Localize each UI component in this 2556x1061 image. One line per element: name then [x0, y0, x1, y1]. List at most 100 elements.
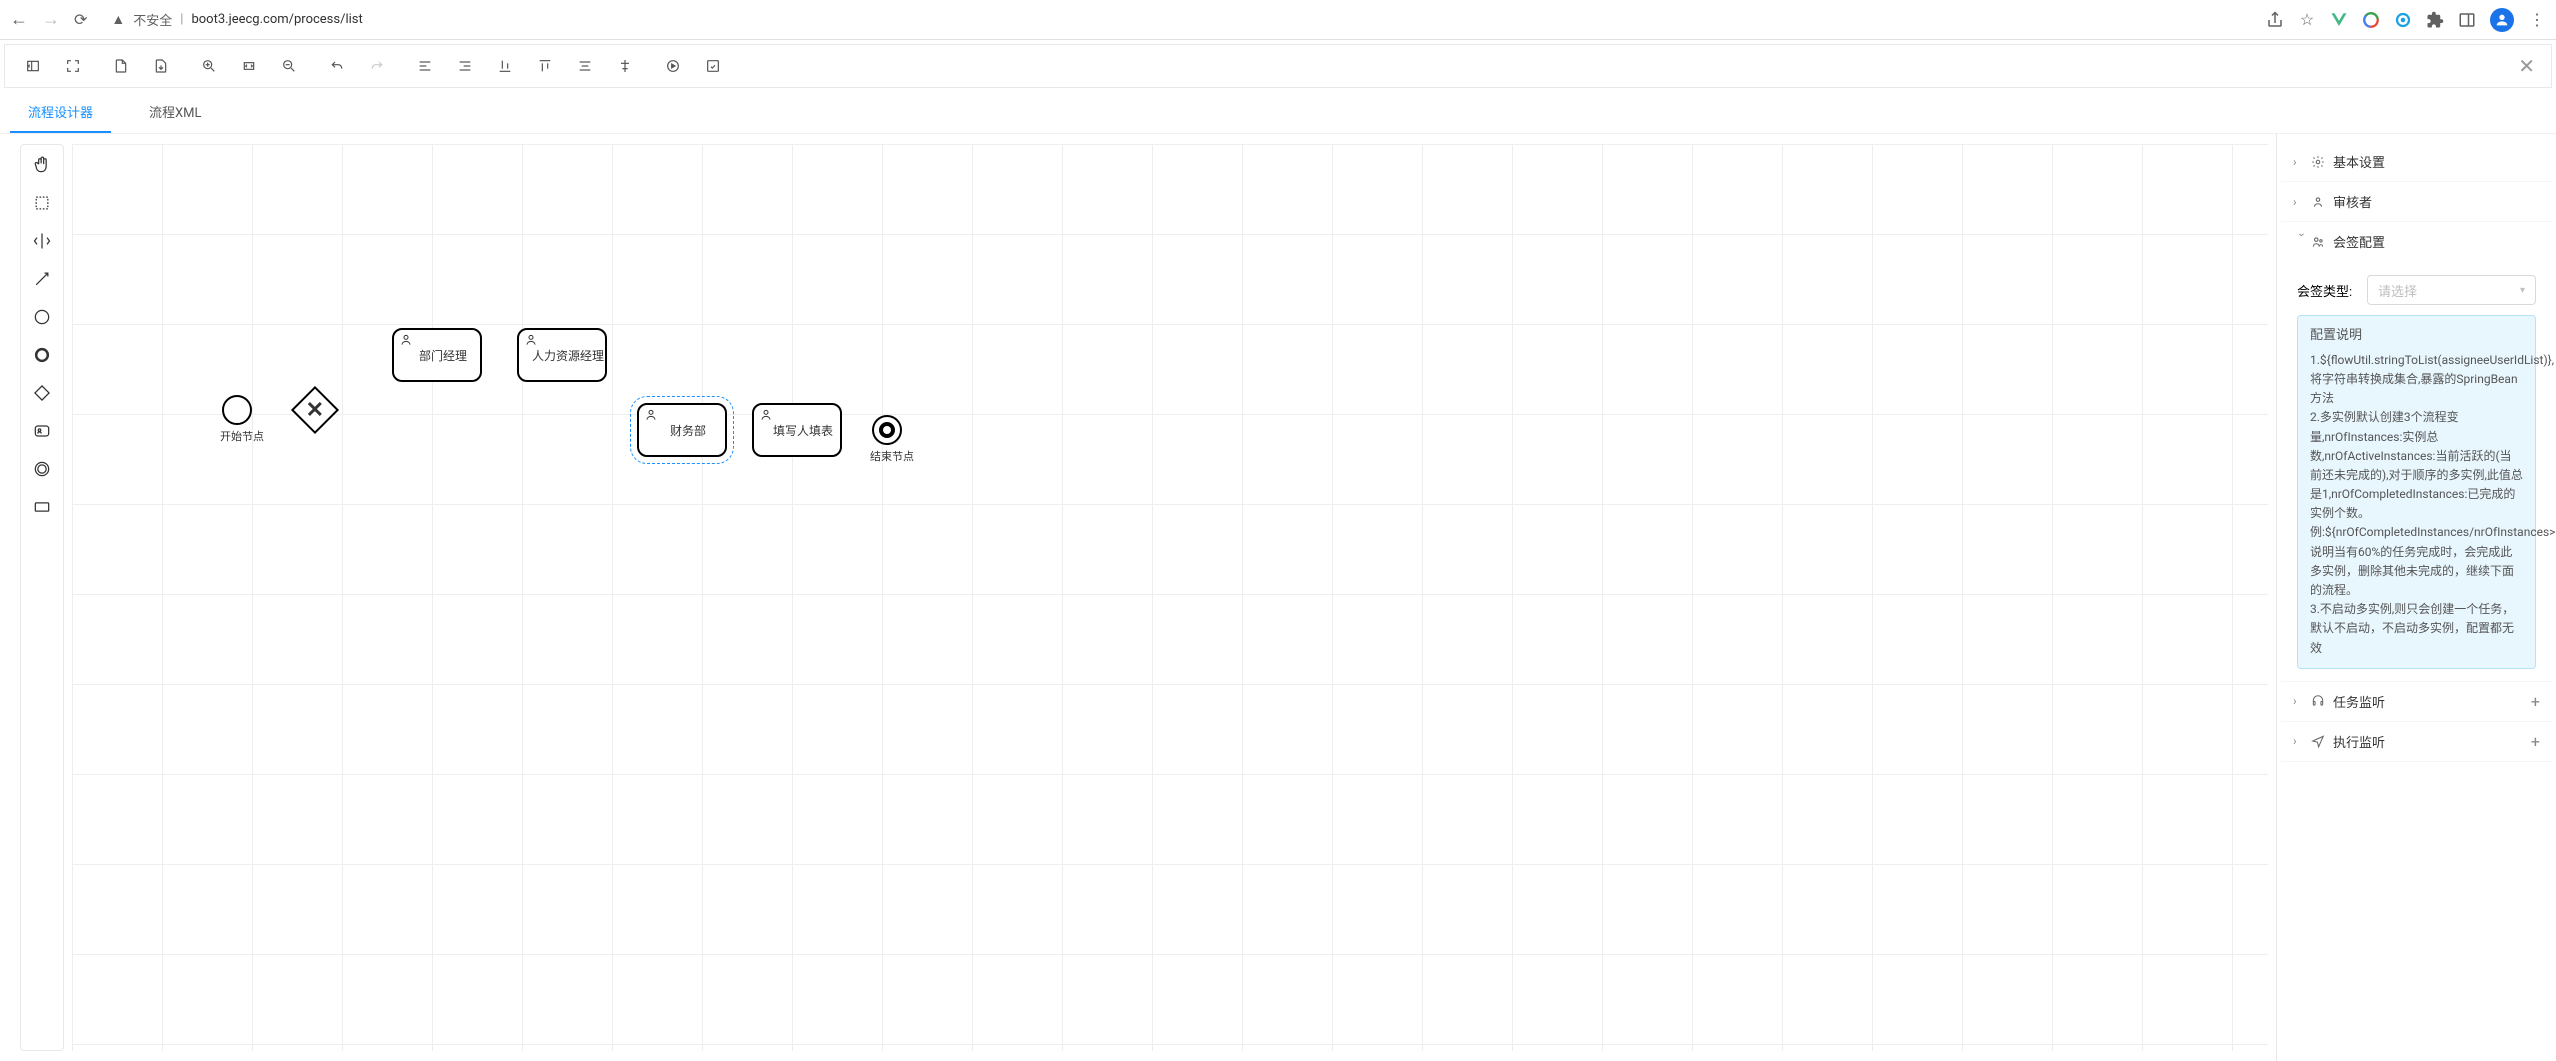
zoom-out-icon[interactable] [270, 52, 308, 80]
chevron-right-icon: › [2293, 195, 2311, 209]
start-event[interactable] [222, 395, 252, 425]
subprocess-icon[interactable] [28, 493, 56, 521]
acc-task-listener[interactable]: › 任务监听 + [2281, 682, 2552, 721]
gateway-exclusive[interactable]: ✕ [291, 386, 339, 434]
google-extension-icon[interactable] [2362, 11, 2380, 29]
chevron-right-icon: › [2293, 155, 2311, 169]
tab-xml[interactable]: 流程XML [131, 92, 220, 133]
task-label: 部门经理 [419, 347, 467, 364]
acc-countersign[interactable]: › 会签配置 [2281, 222, 2552, 261]
person-icon [2311, 195, 2329, 209]
chevron-down-icon: › [2295, 233, 2309, 251]
plus-icon[interactable]: + [2531, 692, 2540, 711]
start-event-label: 开始节点 [220, 428, 264, 444]
back-icon[interactable]: ← [10, 9, 28, 30]
align-top-icon[interactable] [526, 52, 564, 80]
cs-type-select[interactable]: 请选择 ▾ [2367, 275, 2536, 305]
align-left-icon[interactable] [406, 52, 444, 80]
file-download-icon[interactable] [142, 52, 180, 80]
end-event[interactable] [872, 415, 902, 445]
bpmn-canvas[interactable]: 开始节点 ✕ 部门经理 人力资源经理 财务部 填写人填表 结束节点 [72, 144, 2268, 1051]
align-right-icon[interactable] [446, 52, 484, 80]
hand-tool-icon[interactable] [28, 151, 56, 179]
desc-line: 3.不启动多实例,则只会创建一个任务，默认不启动，不启动多实例，配置都无效 [2310, 600, 2523, 658]
save-icon[interactable] [694, 52, 732, 80]
gateway-icon[interactable] [28, 379, 56, 407]
connect-tool-icon[interactable] [28, 265, 56, 293]
acc-label: 会签配置 [2333, 232, 2385, 251]
browser-chrome-bar: ← → ⟳ ▲ 不安全 | boot3.jeecg.com/process/li… [0, 0, 2556, 40]
config-description: 配置说明 1.${flowUtil.stringToList(assigneeU… [2297, 315, 2536, 669]
lasso-tool-icon[interactable] [28, 189, 56, 217]
chrome-actions: ☆ ⋮ [2266, 8, 2546, 32]
space-tool-icon[interactable] [28, 227, 56, 255]
zoom-fit-icon[interactable] [230, 52, 268, 80]
acc-label: 任务监听 [2333, 692, 2385, 711]
chevron-down-icon: ▾ [2520, 285, 2525, 296]
tabs: 流程设计器 流程XML [0, 92, 2556, 134]
task-dept-manager[interactable]: 部门经理 [392, 328, 482, 382]
url-separator: | [180, 12, 183, 27]
task-hr-manager[interactable]: 人力资源经理 [517, 328, 607, 382]
acc-label: 执行监听 [2333, 732, 2385, 751]
align-vcenter-icon[interactable] [606, 52, 644, 80]
gear-icon [2311, 155, 2329, 169]
star-icon[interactable]: ☆ [2298, 11, 2316, 29]
properties-panel: › 基本设置 › 审核者 › 会签配置 会签类型: 请选择 [2276, 134, 2556, 1061]
close-icon[interactable]: ✕ [2510, 54, 2543, 78]
circle-extension-icon[interactable] [2394, 11, 2412, 29]
undo-icon[interactable] [318, 52, 356, 80]
url-bar[interactable]: ▲ 不安全 | boot3.jeecg.com/process/list [101, 10, 362, 29]
plus-icon[interactable]: + [2531, 732, 2540, 751]
cs-type-label: 会签类型: [2297, 281, 2367, 300]
acc-countersign-body: 会签类型: 请选择 ▾ 配置说明 1.${flowUtil.stringToLi… [2281, 261, 2552, 681]
user-task-icon[interactable] [28, 417, 56, 445]
profile-avatar[interactable] [2490, 8, 2514, 32]
url-text: boot3.jeecg.com/process/list [191, 12, 362, 27]
acc-basic-settings[interactable]: › 基本设置 [2281, 142, 2552, 181]
play-icon[interactable] [654, 52, 692, 80]
more-icon[interactable]: ⋮ [2528, 11, 2546, 29]
end-event-label: 结束节点 [870, 448, 914, 464]
fullscreen-icon[interactable] [54, 52, 92, 80]
desc-line: 2.多实例默认创建3个流程变量,nrOfInstances:实例总数,nrOfA… [2310, 408, 2523, 523]
file-new-icon[interactable] [102, 52, 140, 80]
nav-arrows: ← → [10, 9, 60, 30]
palette [20, 144, 64, 1051]
acc-label: 审核者 [2333, 192, 2372, 211]
start-event-icon[interactable] [28, 303, 56, 331]
task-finance[interactable]: 财务部 [637, 403, 727, 457]
intermediate-event-icon[interactable] [28, 455, 56, 483]
acc-approver[interactable]: › 审核者 [2281, 182, 2552, 221]
acc-exec-listener[interactable]: › 执行监听 + [2281, 722, 2552, 761]
not-secure-icon: ▲ [111, 11, 125, 28]
align-bottom-icon[interactable] [486, 52, 524, 80]
panel-icon[interactable] [2458, 11, 2476, 29]
align-hcenter-icon[interactable] [566, 52, 604, 80]
toggle-panel-icon[interactable] [14, 52, 52, 80]
redo-icon [358, 52, 396, 80]
extensions-icon[interactable] [2426, 11, 2444, 29]
zoom-in-icon[interactable] [190, 52, 228, 80]
people-icon [2311, 235, 2329, 249]
desc-line: 1.${flowUtil.stringToList(assigneeUserId… [2310, 351, 2523, 409]
acc-label: 基本设置 [2333, 152, 2385, 171]
task-label: 填写人填表 [773, 422, 833, 439]
vue-extension-icon[interactable] [2330, 11, 2348, 29]
flow-layer [72, 144, 372, 294]
task-label: 人力资源经理 [532, 347, 604, 364]
chevron-right-icon: › [2293, 694, 2311, 708]
editor-toolbar: ✕ [4, 44, 2552, 88]
forward-icon: → [42, 9, 60, 30]
end-event-icon[interactable] [28, 341, 56, 369]
select-placeholder: 请选择 [2378, 281, 2417, 300]
refresh-icon[interactable]: ⟳ [74, 10, 87, 29]
desc-line: 例:${nrOfCompletedInstances/nrOfInstances… [2310, 523, 2523, 600]
send-icon [2311, 734, 2329, 748]
not-secure-text: 不安全 [133, 10, 172, 29]
tab-designer[interactable]: 流程设计器 [10, 92, 111, 133]
share-icon[interactable] [2266, 11, 2284, 29]
task-label: 财务部 [670, 422, 706, 439]
task-fill-form[interactable]: 填写人填表 [752, 403, 842, 457]
headset-icon [2311, 694, 2329, 708]
